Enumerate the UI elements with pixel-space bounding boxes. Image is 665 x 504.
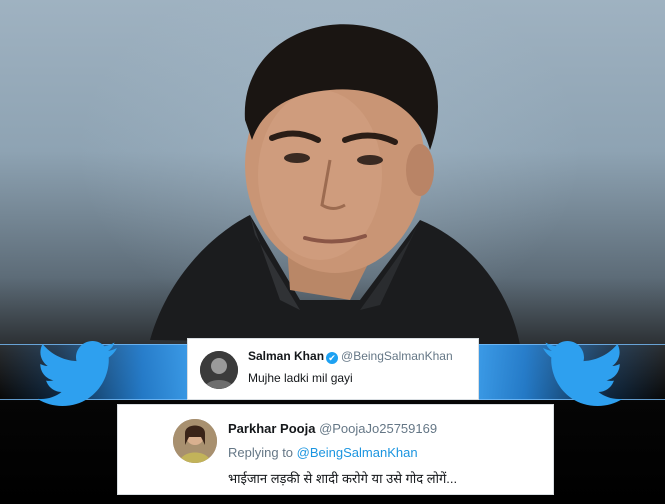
mention-link[interactable]: @BeingSalmanKhan xyxy=(297,445,418,460)
tweet-text: भाईजान लड़की से शादी करोगे या उसे गोद लो… xyxy=(228,471,458,486)
replying-prefix: Replying to xyxy=(228,445,294,460)
twitter-bird-icon xyxy=(37,338,120,406)
author-line: Parkhar Pooja @PoojaJo25759169 xyxy=(228,421,437,436)
display-name[interactable]: Salman Khan xyxy=(248,349,324,363)
avatar[interactable] xyxy=(173,419,217,463)
tweet-text: Mujhe ladki mil gayi xyxy=(248,371,353,385)
avatar[interactable] xyxy=(200,351,238,389)
verified-badge-icon: ✔ xyxy=(326,352,339,364)
handle[interactable]: @PoojaJo25759169 xyxy=(319,421,437,436)
author-line: Salman Khan ✔ @BeingSalmanKhan xyxy=(248,349,453,364)
display-name[interactable]: Parkhar Pooja xyxy=(228,421,315,436)
tweet-card-reply[interactable]: Parkhar Pooja @PoojaJo25759169 Replying … xyxy=(117,404,554,495)
tweet-card-main[interactable]: Salman Khan ✔ @BeingSalmanKhan Mujhe ladki… xyxy=(187,338,479,400)
replying-to: Replying to @BeingSalmanKhan xyxy=(228,445,418,460)
twitter-bird-icon xyxy=(540,338,623,406)
handle[interactable]: @BeingSalmanKhan xyxy=(341,349,453,363)
